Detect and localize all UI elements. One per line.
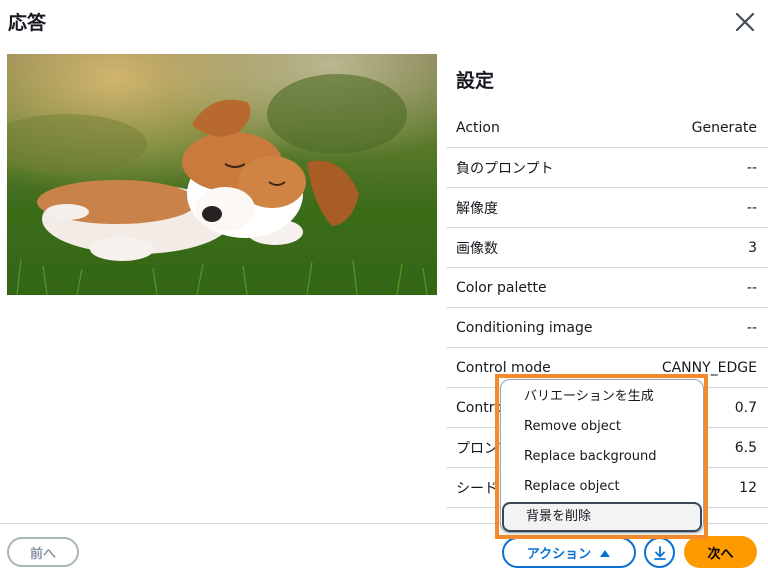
menu-item-replace-object[interactable]: Replace object: [501, 472, 703, 502]
previous-button[interactable]: 前へ: [7, 537, 79, 567]
download-icon: [653, 545, 666, 560]
menu-item-remove-background[interactable]: 背景を削除: [502, 502, 702, 532]
download-button[interactable]: [644, 537, 675, 568]
menu-item-generate-variations[interactable]: バリエーションを生成: [501, 382, 703, 412]
next-button[interactable]: 次へ: [684, 536, 757, 568]
settings-value: --: [746, 319, 757, 336]
modal-title: 応答: [8, 12, 47, 34]
settings-row-conditioning-image: Conditioning image --: [446, 308, 768, 348]
response-modal: 応答 設定 Action Generate 負のプロンプト -- 解像度 -- …: [0, 0, 768, 575]
actions-menu: バリエーションを生成 Remove object Replace backgro…: [500, 379, 704, 533]
settings-row-negative-prompt: 負のプロンプト --: [446, 148, 768, 188]
settings-value: CANNY_EDGE: [661, 359, 757, 376]
settings-label: シード: [456, 480, 498, 497]
actions-label: アクション: [526, 547, 592, 562]
settings-label: Color palette: [456, 279, 547, 296]
settings-label: 解像度: [456, 200, 498, 217]
settings-value: 6.5: [734, 439, 757, 456]
settings-value: 3: [748, 239, 757, 256]
settings-value: 12: [739, 479, 757, 496]
generated-image[interactable]: [7, 54, 437, 295]
settings-row-resolution: 解像度 --: [446, 188, 768, 228]
settings-value: --: [746, 279, 757, 296]
settings-value: --: [746, 199, 757, 216]
menu-item-remove-object[interactable]: Remove object: [501, 412, 703, 442]
settings-row-image-count: 画像数 3: [446, 228, 768, 268]
settings-title: 設定: [456, 70, 495, 92]
sleeping-dog-image: [7, 54, 437, 295]
settings-value: 0.7: [734, 399, 757, 416]
settings-label: Action: [456, 119, 500, 136]
settings-row-color-palette: Color palette --: [446, 268, 768, 308]
settings-row-action: Action Generate: [446, 108, 768, 148]
close-icon: [735, 12, 755, 32]
settings-value: --: [746, 159, 757, 176]
actions-dropdown-button[interactable]: アクション: [502, 537, 636, 568]
settings-label: Conditioning image: [456, 319, 593, 336]
settings-value: Generate: [691, 119, 757, 136]
settings-label: 画像数: [456, 240, 498, 257]
settings-label: Control mode: [456, 359, 551, 376]
settings-label: 負のプロンプト: [456, 160, 554, 177]
close-button[interactable]: [733, 10, 757, 34]
caret-up-icon: [600, 549, 611, 557]
menu-item-replace-background[interactable]: Replace background: [501, 442, 703, 472]
